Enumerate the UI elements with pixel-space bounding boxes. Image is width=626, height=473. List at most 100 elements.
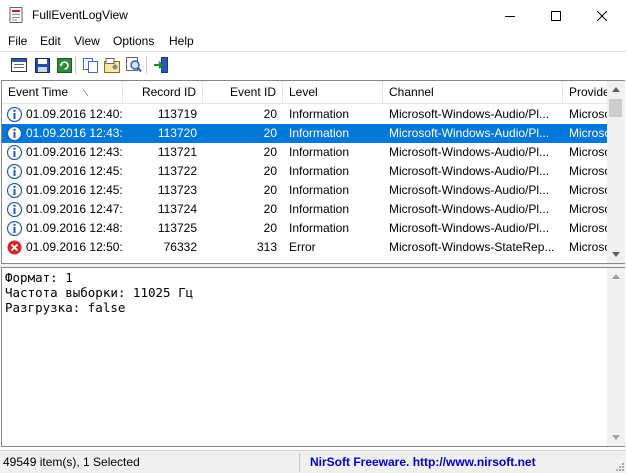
column-provider[interactable]: Provide: [563, 81, 607, 104]
table-row[interactable]: 01.09.2016 12:48:... 113725 20 Information M…: [2, 219, 607, 238]
table-row[interactable]: 01.09.2016 12:45:... 113722 20 Information M…: [2, 162, 607, 181]
fulleventlogview-app-icon: [9, 7, 23, 23]
cell-level: Information: [289, 164, 350, 178]
maximize-button[interactable]: [533, 0, 579, 31]
detail-scroll-down-button[interactable]: [607, 429, 625, 446]
cell-provider: Microso: [569, 164, 607, 178]
cell-provider: Microso: [569, 221, 607, 235]
close-icon: [597, 10, 607, 21]
cell-event-time: 01.09.2016 12:45:...: [26, 164, 123, 178]
copy-icon: [82, 57, 98, 73]
toolbar: [0, 51, 626, 78]
properties-icon: [104, 57, 120, 73]
column-header: Event Time Record ID Event ID Level Chan…: [2, 81, 607, 104]
maximize-icon: [551, 10, 561, 21]
refresh-button[interactable]: [55, 56, 73, 74]
cell-record-id: 76332: [163, 240, 197, 254]
event-list[interactable]: Event Time Record ID Event ID Level Chan…: [1, 80, 607, 264]
detail-scroll-up-button[interactable]: [607, 268, 625, 285]
cell-provider: Microso: [569, 202, 607, 216]
detail-line: Частота выборки: 11025 Гц: [5, 285, 194, 300]
menu-options[interactable]: Options: [113, 34, 154, 48]
table-row[interactable]: 01.09.2016 12:45:... 113723 20 Information M…: [2, 181, 607, 200]
scroll-up-icon: [612, 274, 620, 279]
cell-level: Information: [289, 221, 350, 235]
options-icon: [11, 58, 27, 72]
cell-level: Information: [289, 107, 350, 121]
nirsoft-link[interactable]: NirSoft Freeware. http://www.nirsoft.net: [302, 453, 622, 472]
table-row-selected[interactable]: 01.09.2016 12:43:... 113720 20 Information M…: [2, 124, 607, 143]
table-row[interactable]: 01.09.2016 12:47:... 113724 20 Information M…: [2, 200, 607, 219]
cell-channel: Microsoft-Windows-Audio/Pl...: [389, 202, 550, 216]
menu-edit[interactable]: Edit: [40, 34, 61, 48]
save-button[interactable]: [33, 56, 51, 74]
menu-help[interactable]: Help: [169, 34, 194, 48]
exit-button[interactable]: [152, 56, 170, 74]
cell-provider: Microso: [569, 126, 607, 140]
minimize-button[interactable]: [487, 0, 533, 31]
cell-record-id: 113723: [157, 183, 197, 197]
cell-event-time: 01.09.2016 12:43:...: [26, 145, 123, 159]
cell-channel: Microsoft-Windows-Audio/Pl...: [389, 107, 550, 121]
column-event-id[interactable]: Event ID: [203, 81, 283, 104]
cell-level: Error: [289, 240, 316, 254]
menu-bar: File Edit View Options Help: [0, 31, 626, 51]
scroll-thumb[interactable]: [609, 99, 622, 117]
detail-scrollbar[interactable]: [607, 267, 625, 447]
resize-grip-icon[interactable]: [614, 461, 624, 471]
cell-level: Information: [289, 145, 350, 159]
menu-view[interactable]: View: [74, 34, 100, 48]
cell-record-id: 113720: [157, 126, 197, 140]
close-button[interactable]: [579, 0, 625, 31]
toolbar-separator: [146, 56, 147, 74]
cell-level: Information: [289, 126, 350, 140]
list-scrollbar[interactable]: [607, 80, 625, 264]
column-label: Event Time: [8, 85, 69, 99]
cell-event-time: 01.09.2016 12:43:...: [26, 126, 123, 140]
scroll-up-button[interactable]: [607, 81, 625, 98]
cell-event-time: 01.09.2016 12:45:...: [26, 183, 123, 197]
cell-event-time: 01.09.2016 12:40:...: [26, 107, 123, 121]
item-count: 49549 item(s), 1 Selected: [0, 453, 300, 472]
properties-button[interactable]: [103, 56, 121, 74]
cell-channel: Microsoft-Windows-Audio/Pl...: [389, 145, 550, 159]
window-title: FullEventLogView: [32, 8, 128, 22]
options-button[interactable]: [10, 56, 28, 74]
table-row[interactable]: 01.09.2016 12:50:... 76332 313 Error Microso…: [2, 238, 607, 257]
cell-provider: Microso: [569, 183, 607, 197]
cell-event-id: 313: [256, 240, 277, 254]
find-button[interactable]: [125, 56, 143, 74]
column-channel[interactable]: Channel: [383, 81, 563, 104]
cell-channel: Microsoft-Windows-Audio/Pl...: [389, 164, 550, 178]
cell-record-id: 113724: [157, 202, 197, 216]
column-event-time[interactable]: Event Time: [2, 81, 123, 104]
cell-event-id: 20: [263, 164, 277, 178]
menu-file[interactable]: File: [8, 34, 27, 48]
cell-record-id: 113725: [157, 221, 197, 235]
cell-provider: Microso: [569, 107, 607, 121]
scroll-down-icon: [612, 252, 620, 257]
table-row[interactable]: 01.09.2016 12:40:... 113719 20 Information M…: [2, 105, 607, 124]
refresh-icon: [56, 57, 72, 73]
cell-event-id: 20: [263, 145, 277, 159]
save-icon: [34, 57, 50, 73]
cell-record-id: 113722: [157, 164, 197, 178]
sort-descending-icon: [83, 89, 88, 96]
toolbar-separator: [75, 56, 76, 74]
cell-event-time: 01.09.2016 12:50:...: [26, 240, 123, 254]
event-detail-pane[interactable]: Формат: 1 Частота выборки: 11025 Гц Разг…: [1, 267, 607, 447]
detail-line: Разгрузка: false: [5, 300, 126, 315]
column-record-id[interactable]: Record ID: [123, 81, 203, 104]
copy-button[interactable]: [81, 56, 99, 74]
find-icon: [126, 57, 142, 73]
title-bar: FullEventLogView: [0, 0, 626, 31]
status-bar: 49549 item(s), 1 Selected NirSoft Freewa…: [0, 450, 626, 473]
exit-icon: [154, 57, 168, 73]
table-row[interactable]: 01.09.2016 12:43:... 113721 20 Information M…: [2, 143, 607, 162]
column-level[interactable]: Level: [283, 81, 383, 104]
cell-event-id: 20: [263, 183, 277, 197]
cell-provider: Microso: [569, 145, 607, 159]
cell-record-id: 113719: [157, 107, 197, 121]
scroll-down-button[interactable]: [607, 246, 625, 263]
cell-channel: Microsoft-Windows-Audio/Pl...: [389, 221, 550, 235]
